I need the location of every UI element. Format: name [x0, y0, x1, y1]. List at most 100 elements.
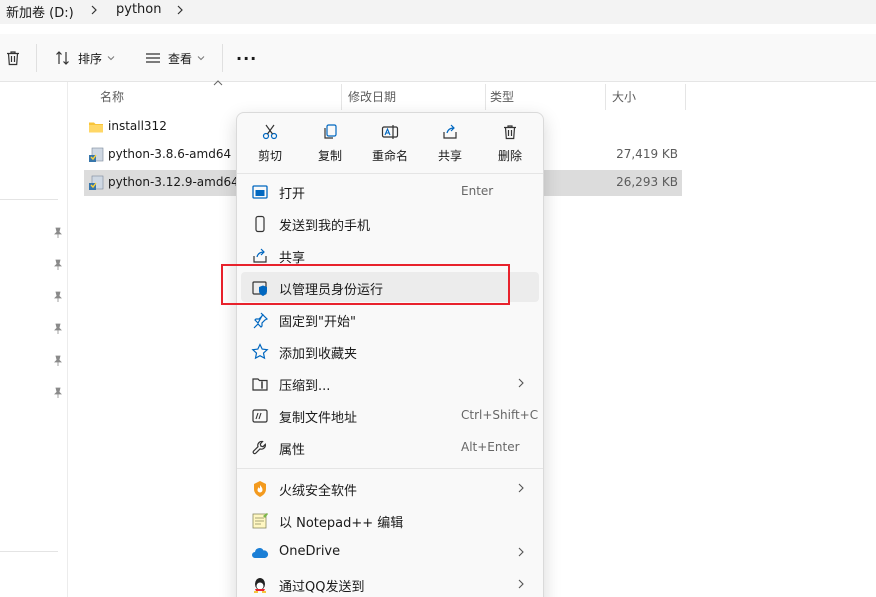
menu-item-properties[interactable]: 属性 Alt+Enter — [241, 432, 539, 462]
menu-item-shortcut: Enter — [461, 184, 494, 198]
menu-item-copy-as-path[interactable]: 复制文件地址 Ctrl+Shift+C — [241, 400, 539, 430]
pin-icon[interactable] — [52, 323, 64, 335]
installer-icon — [89, 147, 104, 162]
menu-item-shortcut: Ctrl+Shift+C — [461, 408, 539, 422]
menu-item-label: 以 Notepad++ 编辑 — [279, 516, 404, 531]
huorong-icon — [254, 481, 266, 497]
cut-label: 剪切 — [257, 149, 282, 163]
column-header-type-label: 类型 — [490, 90, 515, 104]
breadcrumb-folder[interactable]: python — [116, 2, 161, 17]
qq-icon — [254, 578, 266, 593]
pin-icon — [253, 312, 269, 329]
context-menu: 剪切 复制 重命名 共享 删除 打开 Enter 发送到我的手机 共享 以管理员… — [236, 112, 544, 597]
menu-item-label: 固定到"开始" — [279, 315, 356, 330]
menu-item-label: 火绒安全软件 — [279, 484, 358, 499]
file-explorer-window: 新加卷 (D:) python 排序 查看 ··· 名称 修改日期 类型 大小 … — [0, 0, 876, 597]
admin-shield-icon — [252, 281, 267, 296]
menu-item-huorong[interactable]: 火绒安全软件 — [241, 473, 539, 503]
menu-item-label: 添加到收藏夹 — [279, 347, 358, 362]
menu-item-label: 属性 — [279, 443, 306, 458]
more-options-button[interactable]: ··· — [236, 42, 257, 74]
sort-ascending-icon — [213, 80, 223, 86]
notepad-plus-plus-icon — [252, 513, 268, 529]
delete-button[interactable] — [4, 42, 22, 74]
chevron-right-icon[interactable] — [174, 3, 186, 17]
file-name: install312 — [108, 119, 167, 133]
menu-divider — [237, 173, 543, 174]
column-header-modified[interactable]: 修改日期 — [340, 84, 484, 110]
open-app-icon — [252, 185, 268, 199]
pin-icon[interactable] — [52, 291, 64, 303]
menu-item-label: 压缩到... — [279, 379, 331, 394]
menu-item-shortcut: Alt+Enter — [461, 440, 520, 454]
chevron-right-icon — [518, 579, 524, 589]
view-label: 查看 — [168, 51, 193, 66]
copy-icon — [324, 124, 337, 139]
pin-icon[interactable] — [52, 259, 64, 271]
rename-button[interactable]: 重命名 — [362, 121, 418, 169]
menu-item-pin-to-start[interactable]: 固定到"开始" — [241, 304, 539, 334]
copy-path-icon — [252, 409, 268, 423]
column-header-size[interactable]: 大小 — [604, 84, 684, 110]
menu-item-compress-to[interactable]: 压缩到... — [241, 368, 539, 398]
share-button[interactable]: 共享 — [422, 121, 478, 169]
file-name: python-3.12.9-amd64 — [108, 175, 239, 189]
share-label: 共享 — [437, 149, 462, 163]
menu-item-onedrive[interactable]: OneDrive — [241, 537, 539, 567]
rename-icon — [381, 125, 399, 139]
navigation-pane — [0, 82, 68, 597]
menu-item-open[interactable]: 打开 Enter — [241, 176, 539, 206]
pin-icon[interactable] — [52, 227, 64, 239]
chevron-right-icon[interactable] — [88, 3, 100, 17]
star-icon — [251, 343, 269, 360]
rename-label: 重命名 — [371, 149, 408, 163]
nav-divider — [0, 551, 58, 552]
delete-icon — [504, 125, 516, 140]
phone-icon — [255, 215, 265, 233]
nav-divider — [0, 199, 58, 200]
copy-label: 复制 — [317, 149, 342, 163]
cut-button[interactable]: 剪切 — [242, 121, 298, 169]
chevron-right-icon — [518, 378, 524, 388]
menu-item-label: 复制文件地址 — [279, 411, 358, 426]
column-divider[interactable] — [685, 84, 686, 110]
column-header-name[interactable]: 名称 — [92, 84, 342, 110]
file-size: 26,293 KB — [616, 175, 678, 189]
folder-icon — [89, 122, 103, 133]
menu-item-label: 打开 — [279, 187, 306, 202]
view-button[interactable]: 查看 — [144, 42, 205, 74]
menu-item-edit-notepad-plus-plus[interactable]: 以 Notepad++ 编辑 — [241, 505, 539, 535]
chevron-down-icon — [197, 56, 205, 61]
pin-icon[interactable] — [52, 355, 64, 367]
menu-item-share[interactable]: 共享 — [241, 240, 539, 270]
chevron-right-icon — [518, 547, 524, 557]
sort-icon — [56, 51, 69, 65]
share-icon — [443, 124, 457, 139]
zip-icon — [252, 378, 268, 391]
menu-item-label: 发送到我的手机 — [279, 219, 371, 234]
pin-icon[interactable] — [52, 387, 64, 399]
sort-label: 排序 — [78, 51, 103, 66]
menu-item-label: 共享 — [279, 251, 306, 266]
onedrive-icon — [252, 548, 269, 558]
breadcrumb-drive[interactable]: 新加卷 (D:) — [6, 2, 74, 21]
chevron-down-icon — [107, 56, 115, 61]
toolbar-divider — [222, 44, 223, 72]
column-header-type[interactable]: 类型 — [482, 84, 602, 110]
file-size: 27,419 KB — [616, 147, 678, 161]
wrench-icon — [252, 440, 266, 455]
menu-item-label: 以管理员身份运行 — [279, 283, 384, 298]
menu-item-send-to-phone[interactable]: 发送到我的手机 — [241, 208, 539, 238]
menu-item-label: OneDrive — [279, 544, 341, 559]
copy-button[interactable]: 复制 — [302, 121, 358, 169]
delete-label: 删除 — [497, 149, 522, 163]
delete-button[interactable]: 删除 — [482, 121, 538, 169]
column-header-modified-label: 修改日期 — [348, 90, 397, 104]
menu-item-run-as-admin[interactable]: 以管理员身份运行 — [241, 272, 539, 302]
menu-item-add-to-favorites[interactable]: 添加到收藏夹 — [241, 336, 539, 366]
installer-icon — [89, 175, 104, 190]
command-bar: 排序 查看 ··· — [0, 34, 876, 82]
menu-divider — [237, 468, 543, 469]
menu-item-send-via-qq[interactable]: 通过QQ发送到 — [241, 569, 539, 597]
sort-button[interactable]: 排序 — [54, 42, 115, 74]
